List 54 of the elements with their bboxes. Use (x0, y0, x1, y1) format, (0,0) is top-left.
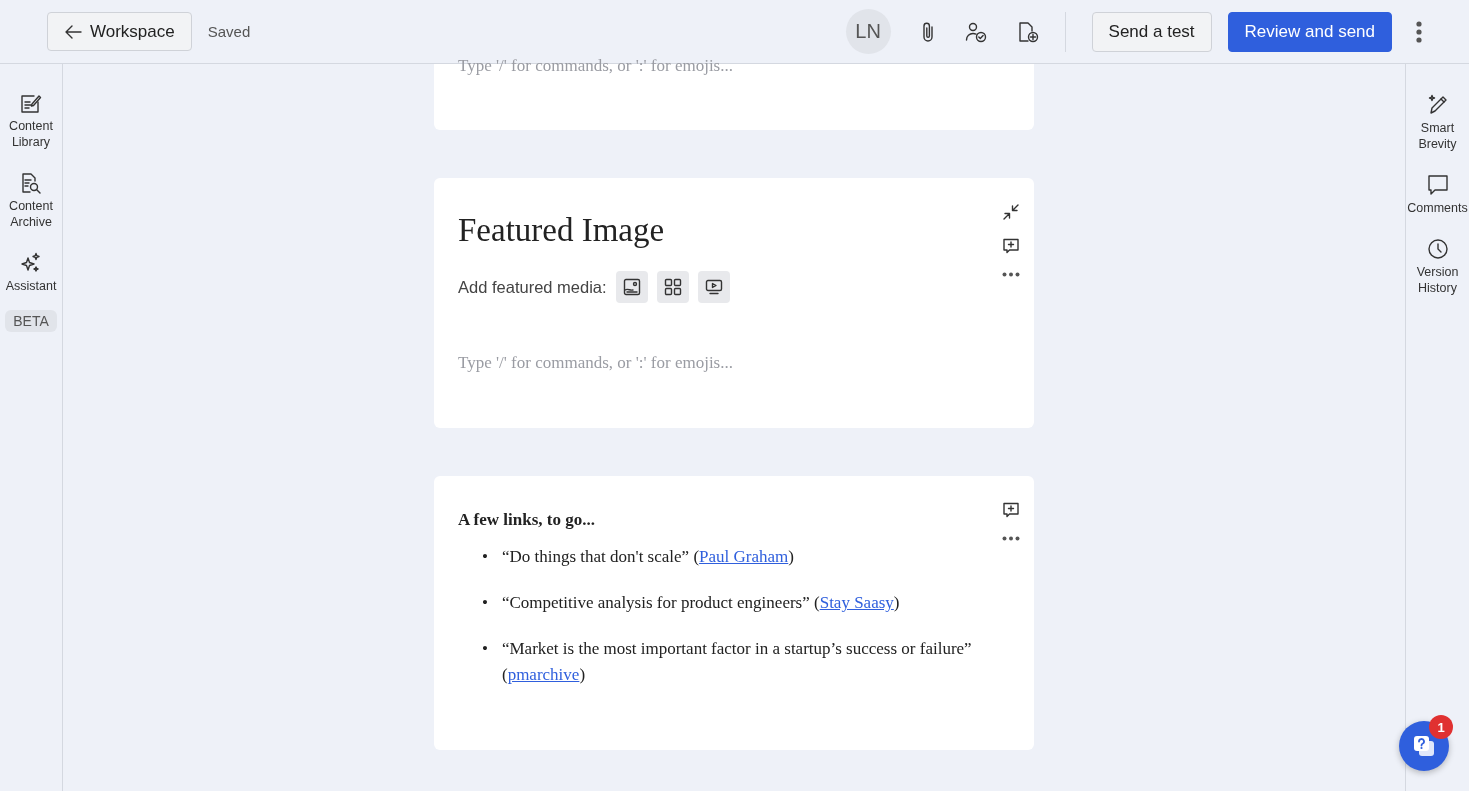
link[interactable]: Paul Graham (699, 547, 789, 566)
media-button[interactable] (656, 271, 689, 303)
list-item-text: “Competitive analysis for product engineers” (Stay Saasy) (501, 592, 900, 614)
person-check-icon[interactable] (964, 20, 987, 43)
review-send-button[interactable]: Review and send (1227, 11, 1392, 52)
paperclip-icon[interactable] (920, 20, 935, 43)
comment-plus-icon[interactable] (1003, 238, 1019, 254)
list-item-text: “Market is the most important factor in a startup’s success or failure” (pmarchive) (501, 638, 973, 686)
save-status: Saved (207, 23, 251, 40)
beta-badge: BETA (5, 310, 57, 332)
back-button[interactable]: Workspace (47, 12, 192, 51)
send-test-button[interactable]: Send a test (1091, 11, 1212, 52)
sidebar-label: Assistant (4, 278, 58, 294)
media-button[interactable] (697, 271, 730, 303)
arrow-left-icon (64, 23, 82, 40)
sidebar-label: Version History (1415, 264, 1460, 296)
more-vertical-icon[interactable] (1416, 20, 1422, 43)
video-icon (704, 279, 723, 295)
speech-bubble-icon (1426, 174, 1449, 196)
sidebar-item[interactable]: Content Library (0, 94, 62, 150)
media-label: Add featured media: (458, 277, 607, 297)
document-edit-icon (20, 94, 42, 114)
comment-plus-icon[interactable] (1003, 502, 1019, 518)
bullet: • (482, 592, 488, 614)
sidebar-label: Smart Brevity (1417, 120, 1458, 152)
sidebar-item[interactable]: Smart Brevity (1406, 94, 1469, 152)
image-icon (622, 278, 641, 296)
collapse-icon[interactable] (1003, 204, 1019, 220)
more-horizontal-icon[interactable] (1002, 272, 1020, 277)
sparkle-pen-icon (1426, 94, 1449, 116)
sidebar-item[interactable]: Comments (1406, 174, 1469, 216)
question-cards-icon (1411, 733, 1437, 759)
sidebar-item[interactable]: Assistant (0, 252, 62, 294)
media-button[interactable] (615, 271, 648, 303)
more-horizontal-icon[interactable] (1002, 536, 1020, 541)
list-item-text: “Do things that don't scale” (Paul Graham) (501, 546, 794, 568)
clock-icon (1426, 238, 1449, 260)
sidebar-label: Content Library (8, 118, 54, 150)
block-title: Featured Image (458, 212, 666, 249)
block-heading: A few links, to go... (458, 510, 596, 530)
document-search-icon (20, 172, 42, 194)
document-plus-icon[interactable] (1016, 20, 1039, 43)
sidebar-label: Comments (1406, 200, 1469, 216)
grid-icon (663, 278, 682, 296)
sidebar-label: Content Archive (8, 198, 54, 230)
bullet: • (482, 638, 488, 660)
link[interactable]: pmarchive (507, 665, 580, 684)
sidebar-item[interactable]: Version History (1406, 238, 1469, 296)
bullet: • (482, 546, 488, 568)
avatar[interactable]: LN (845, 9, 891, 54)
notification-badge: 1 (1429, 715, 1453, 739)
sidebar-item[interactable]: Content Archive (0, 172, 62, 230)
sparkles-icon (20, 252, 42, 274)
link[interactable]: Stay Saasy (819, 593, 894, 612)
